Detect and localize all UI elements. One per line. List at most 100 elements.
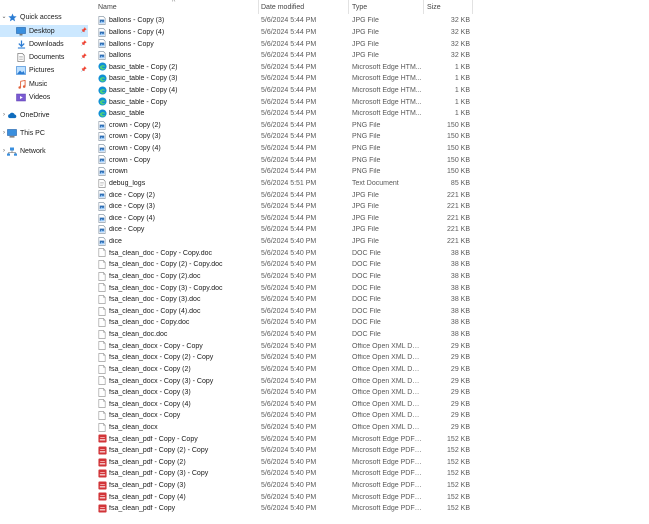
- desktop-icon: [16, 26, 26, 36]
- column-header-size[interactable]: Size: [427, 4, 441, 11]
- file-row[interactable]: fsa_clean_doc.doc 5/6/2024 5:40 PM DOC Fil…: [92, 329, 477, 341]
- file-row[interactable]: crown - Copy (3) 5/6/2024 5:44 PM PNG File…: [92, 131, 477, 143]
- jpg-icon: [98, 16, 106, 25]
- file-row[interactable]: ballons 5/6/2024 5:44 PM JPG File 32 KB: [92, 50, 477, 62]
- file-row[interactable]: ballons - Copy (4) 5/6/2024 5:44 PM JPG Fi…: [92, 27, 477, 39]
- column-divider[interactable]: [423, 0, 424, 14]
- file-type: JPG File: [352, 52, 379, 60]
- file-name: fsa_clean_doc - Copy (2).doc: [109, 272, 201, 280]
- file-row[interactable]: fsa_clean_doc - Copy (3) - Copy.doc 5/6/2…: [92, 282, 477, 294]
- file-size: 152 KB: [447, 493, 470, 501]
- file-date-modified: 5/6/2024 5:40 PM: [261, 272, 317, 280]
- file-row[interactable]: basic_table - Copy 5/6/2024 5:44 PM Micros…: [92, 96, 477, 108]
- column-header-type[interactable]: Type: [352, 4, 367, 11]
- file-row[interactable]: fsa_clean_docx - Copy (2) - Copy 5/6/2024…: [92, 352, 477, 364]
- sidebar-item-desktop[interactable]: Desktop 📌: [0, 25, 88, 37]
- cloud-icon: [7, 111, 17, 120]
- sidebar-item-quick-access[interactable]: ⌄ Quick access: [0, 11, 88, 23]
- file-row[interactable]: basic_table - Copy (4) 5/6/2024 5:44 PM Mi…: [92, 85, 477, 97]
- file-type: JPG File: [352, 238, 379, 246]
- file-date-modified: 5/6/2024 5:44 PM: [261, 63, 317, 71]
- column-header-date[interactable]: Date modified: [261, 4, 304, 11]
- sidebar-item-pictures[interactable]: Pictures 📌: [0, 64, 88, 76]
- file-row[interactable]: fsa_clean_docx - Copy - Copy 5/6/2024 5:4…: [92, 340, 477, 352]
- pin-icon: 📌: [80, 28, 88, 34]
- file-row[interactable]: fsa_clean_pdf - Copy (2) 5/6/2024 5:40 PM…: [92, 457, 477, 469]
- file-size: 29 KB: [450, 400, 470, 408]
- file-row[interactable]: fsa_clean_docx - Copy (3) - Copy 5/6/2024…: [92, 375, 477, 387]
- file-row[interactable]: ballons - Copy 5/6/2024 5:44 PM JPG File 32…: [92, 38, 477, 50]
- file-row[interactable]: basic_table 5/6/2024 5:44 PM Microsoft Edg…: [92, 108, 477, 120]
- column-divider[interactable]: [348, 0, 349, 14]
- file-size: 29 KB: [450, 342, 470, 350]
- file-type: JPG File: [352, 17, 379, 25]
- sidebar-item-label: Pictures: [29, 66, 55, 74]
- file-row[interactable]: debug_logs 5/6/2024 5:51 PM Text Document 8…: [92, 178, 477, 190]
- file-row[interactable]: crown - Copy (4) 5/6/2024 5:44 PM PNG File…: [92, 143, 477, 155]
- file-row[interactable]: fsa_clean_docx - Copy (3) 5/6/2024 5:40 P…: [92, 387, 477, 399]
- file-name: fsa_clean_pdf - Copy (4): [109, 493, 186, 501]
- sidebar-item-label: OneDrive: [20, 111, 50, 119]
- file-row[interactable]: fsa_clean_doc - Copy.doc 5/6/2024 5:40 PM…: [92, 317, 477, 329]
- file-list: ^ Name Date modified Type Size ballons -…: [92, 0, 477, 524]
- file-row[interactable]: fsa_clean_docx - Copy 5/6/2024 5:40 PM Off…: [92, 410, 477, 422]
- file-row[interactable]: dice - Copy (4) 5/6/2024 5:44 PM JPG File 2…: [92, 213, 477, 225]
- column-header-name[interactable]: Name: [98, 4, 117, 11]
- videos-icon: [16, 93, 26, 102]
- file-name: fsa_clean_doc - Copy (2) - Copy.doc: [109, 261, 223, 269]
- file-type: PNG File: [352, 156, 381, 164]
- file-row[interactable]: fsa_clean_docx - Copy (2) 5/6/2024 5:40 P…: [92, 364, 477, 376]
- sidebar-item-music[interactable]: Music: [0, 78, 88, 90]
- file-name: basic_table - Copy (3): [109, 75, 178, 83]
- sidebar-item-this-pc[interactable]: › This PC: [0, 127, 88, 139]
- file-name: ballons - Copy: [109, 40, 154, 48]
- file-type: DOC File: [352, 319, 381, 327]
- sidebar-item-network[interactable]: › Network: [0, 145, 88, 157]
- file-row[interactable]: fsa_clean_pdf - Copy (2) - Copy 5/6/2024 …: [92, 445, 477, 457]
- file-type: JPG File: [352, 28, 379, 36]
- file-date-modified: 5/6/2024 5:44 PM: [261, 75, 317, 83]
- file-row[interactable]: fsa_clean_docx - Copy (4) 5/6/2024 5:40 P…: [92, 398, 477, 410]
- file-row[interactable]: dice - Copy (3) 5/6/2024 5:44 PM JPG File 2…: [92, 201, 477, 213]
- file-row[interactable]: dice 5/6/2024 5:40 PM JPG File 221 KB: [92, 236, 477, 248]
- file-name: fsa_clean_docx - Copy (2) - Copy: [109, 354, 214, 362]
- file-row[interactable]: crown - Copy 5/6/2024 5:44 PM PNG File 150 …: [92, 154, 477, 166]
- file-type: Microsoft Edge PDF ...: [352, 482, 422, 490]
- file-row[interactable]: fsa_clean_doc - Copy (3).doc 5/6/2024 5:4…: [92, 294, 477, 306]
- file-size: 29 KB: [450, 423, 470, 431]
- file-row[interactable]: fsa_clean_doc - Copy (2).doc 5/6/2024 5:4…: [92, 271, 477, 283]
- file-row[interactable]: fsa_clean_doc - Copy (2) - Copy.doc 5/6/2…: [92, 259, 477, 271]
- edge-icon: [98, 74, 107, 83]
- file-row[interactable]: ballons - Copy (3) 5/6/2024 5:44 PM JPG Fi…: [92, 15, 477, 27]
- file-row[interactable]: fsa_clean_doc - Copy (4).doc 5/6/2024 5:4…: [92, 306, 477, 318]
- sidebar-item-downloads[interactable]: Downloads 📌: [0, 38, 88, 50]
- file-row[interactable]: fsa_clean_pdf - Copy 5/6/2024 5:40 PM Micr…: [92, 503, 477, 515]
- sidebar-item-documents[interactable]: Documents 📌: [0, 51, 88, 63]
- jpg-icon: [98, 202, 106, 211]
- file-row[interactable]: fsa_clean_pdf - Copy (3) 5/6/2024 5:40 PM…: [92, 480, 477, 492]
- file-row[interactable]: fsa_clean_pdf - Copy (4) 5/6/2024 5:40 PM…: [92, 491, 477, 503]
- file-row[interactable]: basic_table - Copy (2) 5/6/2024 5:44 PM Mi…: [92, 61, 477, 73]
- jpg-icon: [98, 213, 106, 223]
- file-row[interactable]: basic_table - Copy (3) 5/6/2024 5:44 PM Mi…: [92, 73, 477, 85]
- file-type: DOC File: [352, 284, 381, 292]
- file-row[interactable]: dice - Copy 5/6/2024 5:44 PM JPG File 221 K…: [92, 224, 477, 236]
- docx-icon: [98, 411, 106, 420]
- file-name: ballons - Copy (4): [109, 28, 165, 36]
- column-divider[interactable]: [472, 0, 473, 14]
- file-type: Office Open XML Do...: [352, 389, 422, 397]
- sidebar-item-videos[interactable]: Videos: [0, 91, 88, 103]
- file-row[interactable]: fsa_clean_doc - Copy - Copy.doc 5/6/2024 …: [92, 247, 477, 259]
- file-size: 38 KB: [450, 307, 470, 315]
- file-row[interactable]: dice - Copy (2) 5/6/2024 5:44 PM JPG File 2…: [92, 189, 477, 201]
- sidebar-item-onedrive[interactable]: › OneDrive: [0, 109, 88, 121]
- file-row[interactable]: crown - Copy (2) 5/6/2024 5:44 PM PNG File…: [92, 120, 477, 132]
- column-divider[interactable]: [258, 0, 259, 14]
- file-row[interactable]: fsa_clean_pdf - Copy - Copy 5/6/2024 5:40…: [92, 433, 477, 445]
- file-row[interactable]: fsa_clean_pdf - Copy (3) - Copy 5/6/2024 …: [92, 468, 477, 480]
- file-row[interactable]: fsa_clean_docx 5/6/2024 5:40 PM Office Ope…: [92, 422, 477, 434]
- png-icon: [98, 167, 106, 176]
- file-size: 29 KB: [450, 365, 470, 373]
- file-row[interactable]: crown 5/6/2024 5:44 PM PNG File 150 KB: [92, 166, 477, 178]
- file-type: PNG File: [352, 168, 381, 176]
